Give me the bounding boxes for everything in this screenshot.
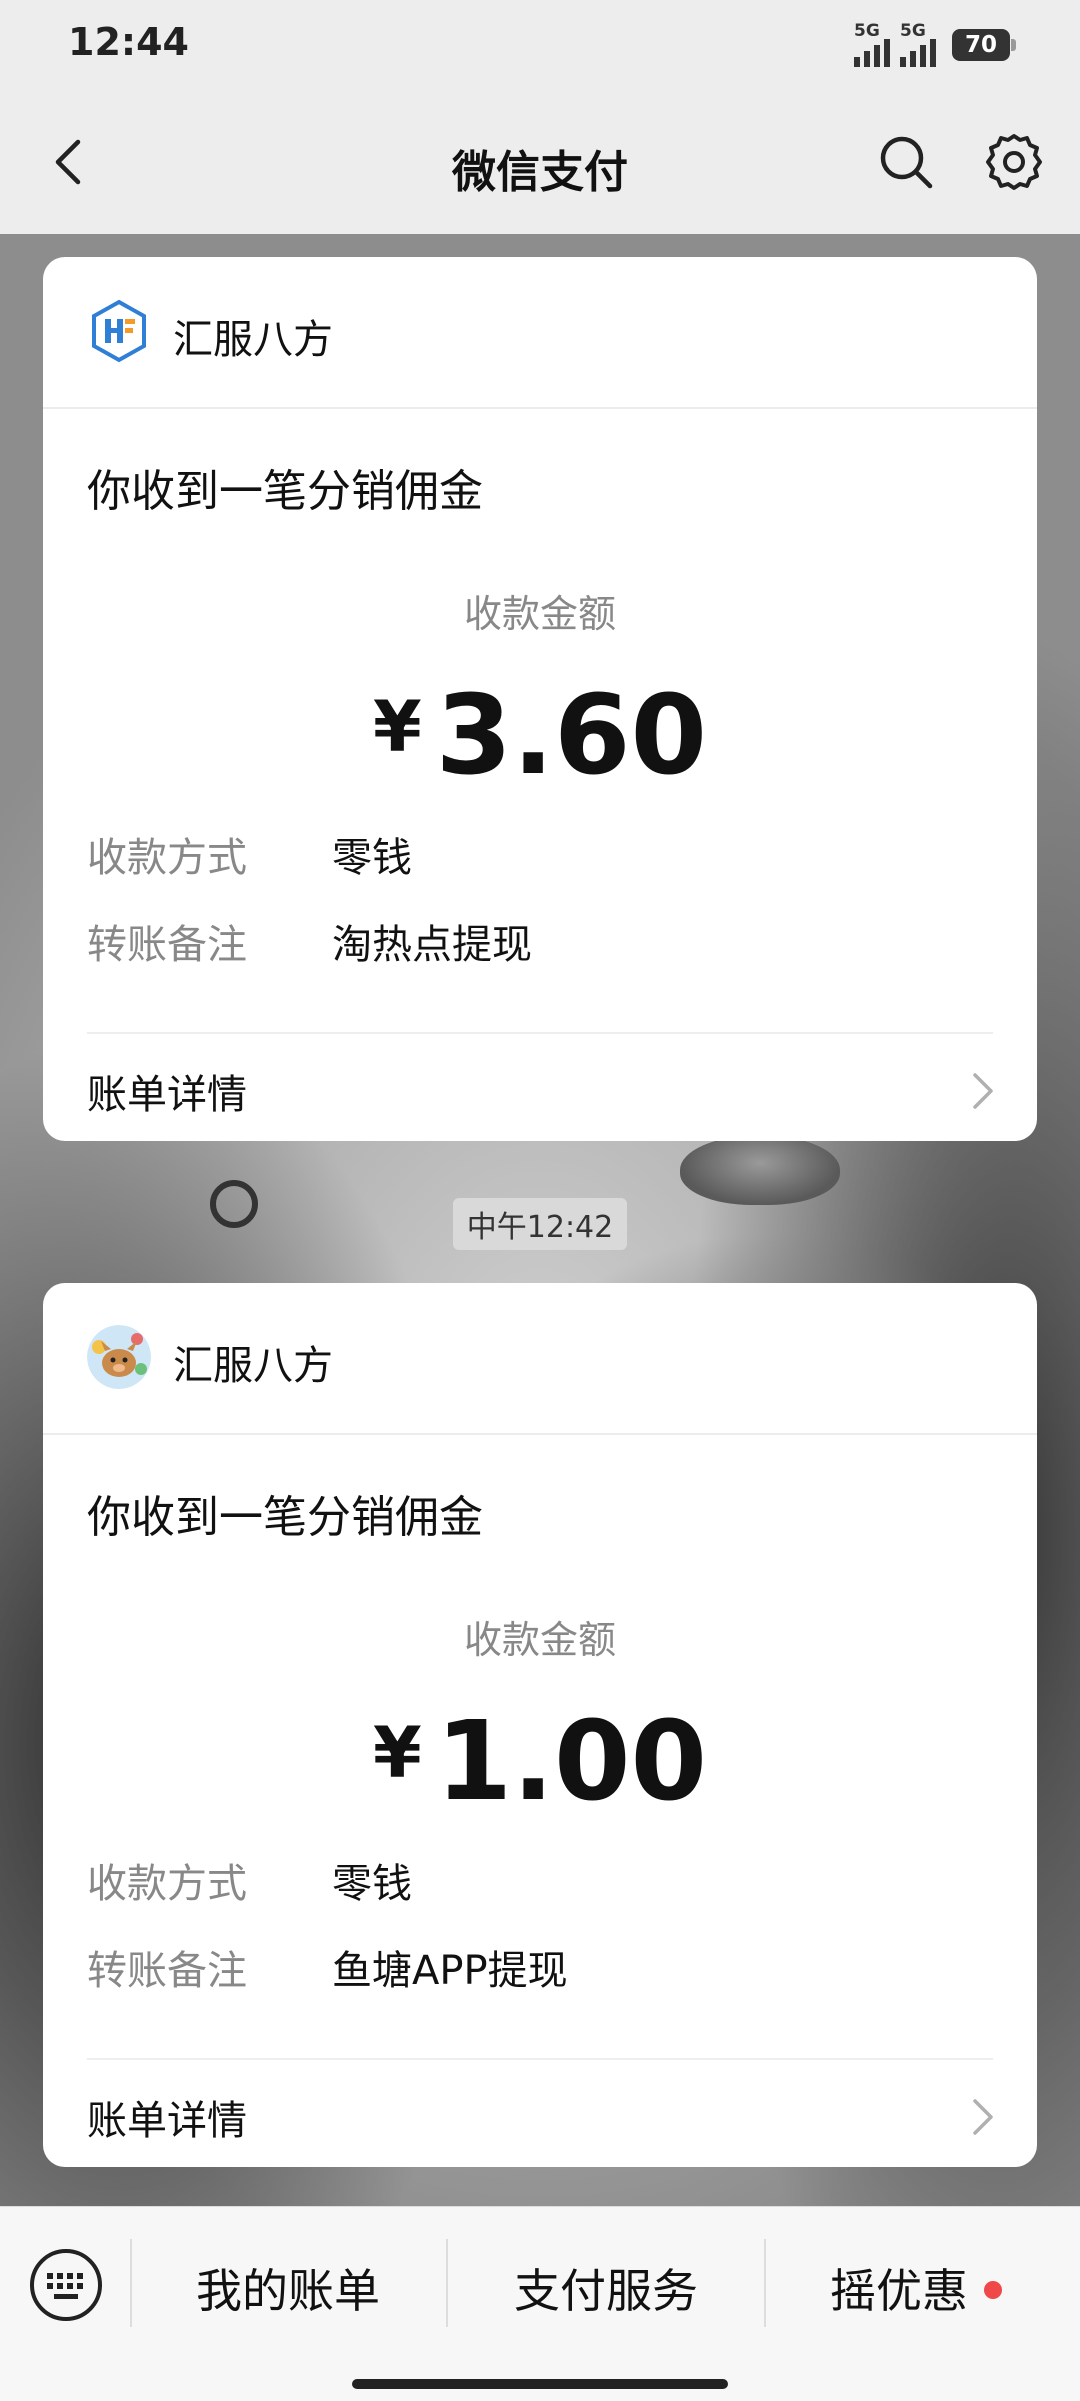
merchant-name[interactable]: 汇服八方 — [173, 307, 333, 365]
payment-notice-card[interactable]: 汇服八方 你收到一笔分销佣金 收款金额 ¥3.60 收款方式 零钱 转账备注 淘… — [43, 257, 1037, 1141]
signal-icon: 5G — [854, 21, 890, 67]
notice-title: 你收到一笔分销佣金 — [87, 1492, 483, 1543]
search-button[interactable] — [876, 132, 936, 192]
menu-payment-services[interactable]: 支付服务 — [448, 2255, 764, 2321]
transfer-note-row: 转账备注 鱼塘APP提现 — [87, 1938, 568, 1998]
search-icon — [880, 136, 933, 189]
status-time: 12:44 — [68, 20, 189, 64]
merchant-logo-icon[interactable] — [87, 299, 151, 363]
payment-method-row: 收款方式 零钱 — [87, 1851, 412, 1911]
signal-icon: 5G — [900, 21, 936, 67]
card-header: 汇服八方 — [43, 257, 1037, 409]
transfer-note-value: 淘热点提现 — [332, 922, 532, 968]
nav-bar: 微信支付 — [0, 92, 1080, 234]
payment-method-label: 收款方式 — [87, 835, 247, 881]
amount-label: 收款金额 — [463, 1618, 616, 1662]
home-indicator[interactable] — [352, 2379, 728, 2389]
payment-method-row: 收款方式 零钱 — [87, 825, 412, 885]
payment-notice-card[interactable]: 汇服八方 你收到一笔分销佣金 收款金额 ¥1.00 收款方式 零钱 转账备注 鱼… — [43, 1283, 1037, 2167]
background-photo-detail — [680, 1135, 840, 1205]
bill-details-link[interactable]: 账单详情 — [87, 2088, 247, 2146]
menu-shake-offers-label: 摇优惠 — [830, 2264, 968, 2318]
divider — [87, 2058, 993, 2060]
merchant-avatar-icon[interactable] — [87, 1325, 151, 1389]
menu-my-bills[interactable]: 我的账单 — [130, 2255, 446, 2321]
transfer-note-row: 转账备注 淘热点提现 — [87, 912, 532, 972]
merchant-name[interactable]: 汇服八方 — [173, 1333, 333, 1391]
chevron-right-icon[interactable] — [967, 1069, 997, 1113]
status-bar: 12:44 5G 5G 70 — [0, 0, 1080, 92]
bottom-menu-bar: 我的账单 支付服务 摇优惠 — [0, 2206, 1080, 2401]
background-photo-detail — [210, 1180, 258, 1228]
keyboard-toggle-button[interactable] — [28, 2247, 104, 2323]
payment-method-value: 零钱 — [332, 835, 412, 881]
card-header: 汇服八方 — [43, 1283, 1037, 1435]
timestamp: 中午12:42 — [453, 1198, 627, 1250]
settings-button[interactable] — [982, 130, 1046, 194]
amount-label: 收款金额 — [463, 592, 616, 636]
divider — [87, 1032, 993, 1034]
payment-method-value: 零钱 — [332, 1861, 412, 1907]
transfer-note-label: 转账备注 — [87, 1948, 247, 1994]
payment-method-label: 收款方式 — [87, 1861, 247, 1907]
bill-details-link[interactable]: 账单详情 — [87, 1062, 247, 1120]
chevron-right-icon[interactable] — [967, 2095, 997, 2139]
gear-icon — [986, 134, 1042, 190]
notification-dot — [984, 2281, 1002, 2299]
notice-title: 你收到一笔分销佣金 — [87, 466, 483, 517]
transfer-note-value: 鱼塘APP提现 — [332, 1948, 568, 1994]
keyboard-icon — [30, 2249, 102, 2321]
status-icons: 5G 5G 70 — [854, 21, 1016, 68]
amount-value: ¥3.60 — [372, 671, 708, 799]
battery-icon: 70 — [952, 29, 1016, 61]
transfer-note-label: 转账备注 — [87, 922, 247, 968]
menu-shake-offers[interactable]: 摇优惠 — [766, 2255, 1066, 2321]
amount-value: ¥1.00 — [372, 1697, 708, 1825]
